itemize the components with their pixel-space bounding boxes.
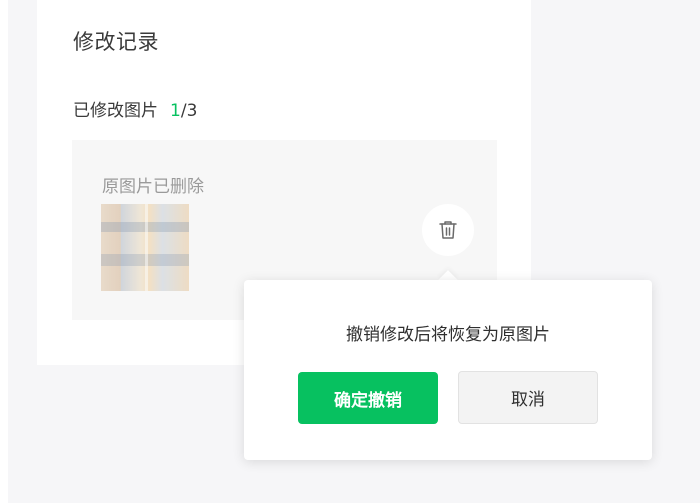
modified-current-count: 1 [170,101,181,121]
popover-message: 撤销修改后将恢复为原图片 [346,325,550,345]
image-thumbnail [101,204,189,291]
modified-total-count: 3 [186,101,198,121]
delete-button[interactable] [422,204,474,256]
cancel-button[interactable]: 取消 [458,371,598,424]
modified-count-row: 已修改图片 1 / 3 [73,96,197,121]
revert-confirm-popover: 撤销修改后将恢复为原图片 确定撤销 取消 [244,280,652,460]
section-title: 修改记录 [73,30,159,54]
thumbnail-detail [145,204,148,291]
trash-icon [439,221,457,239]
left-panel-edge [0,0,8,503]
deleted-status-label: 原图片已删除 [102,177,204,197]
confirm-revert-button[interactable]: 确定撤销 [298,372,438,424]
modified-count-label: 已修改图片 [73,101,158,121]
